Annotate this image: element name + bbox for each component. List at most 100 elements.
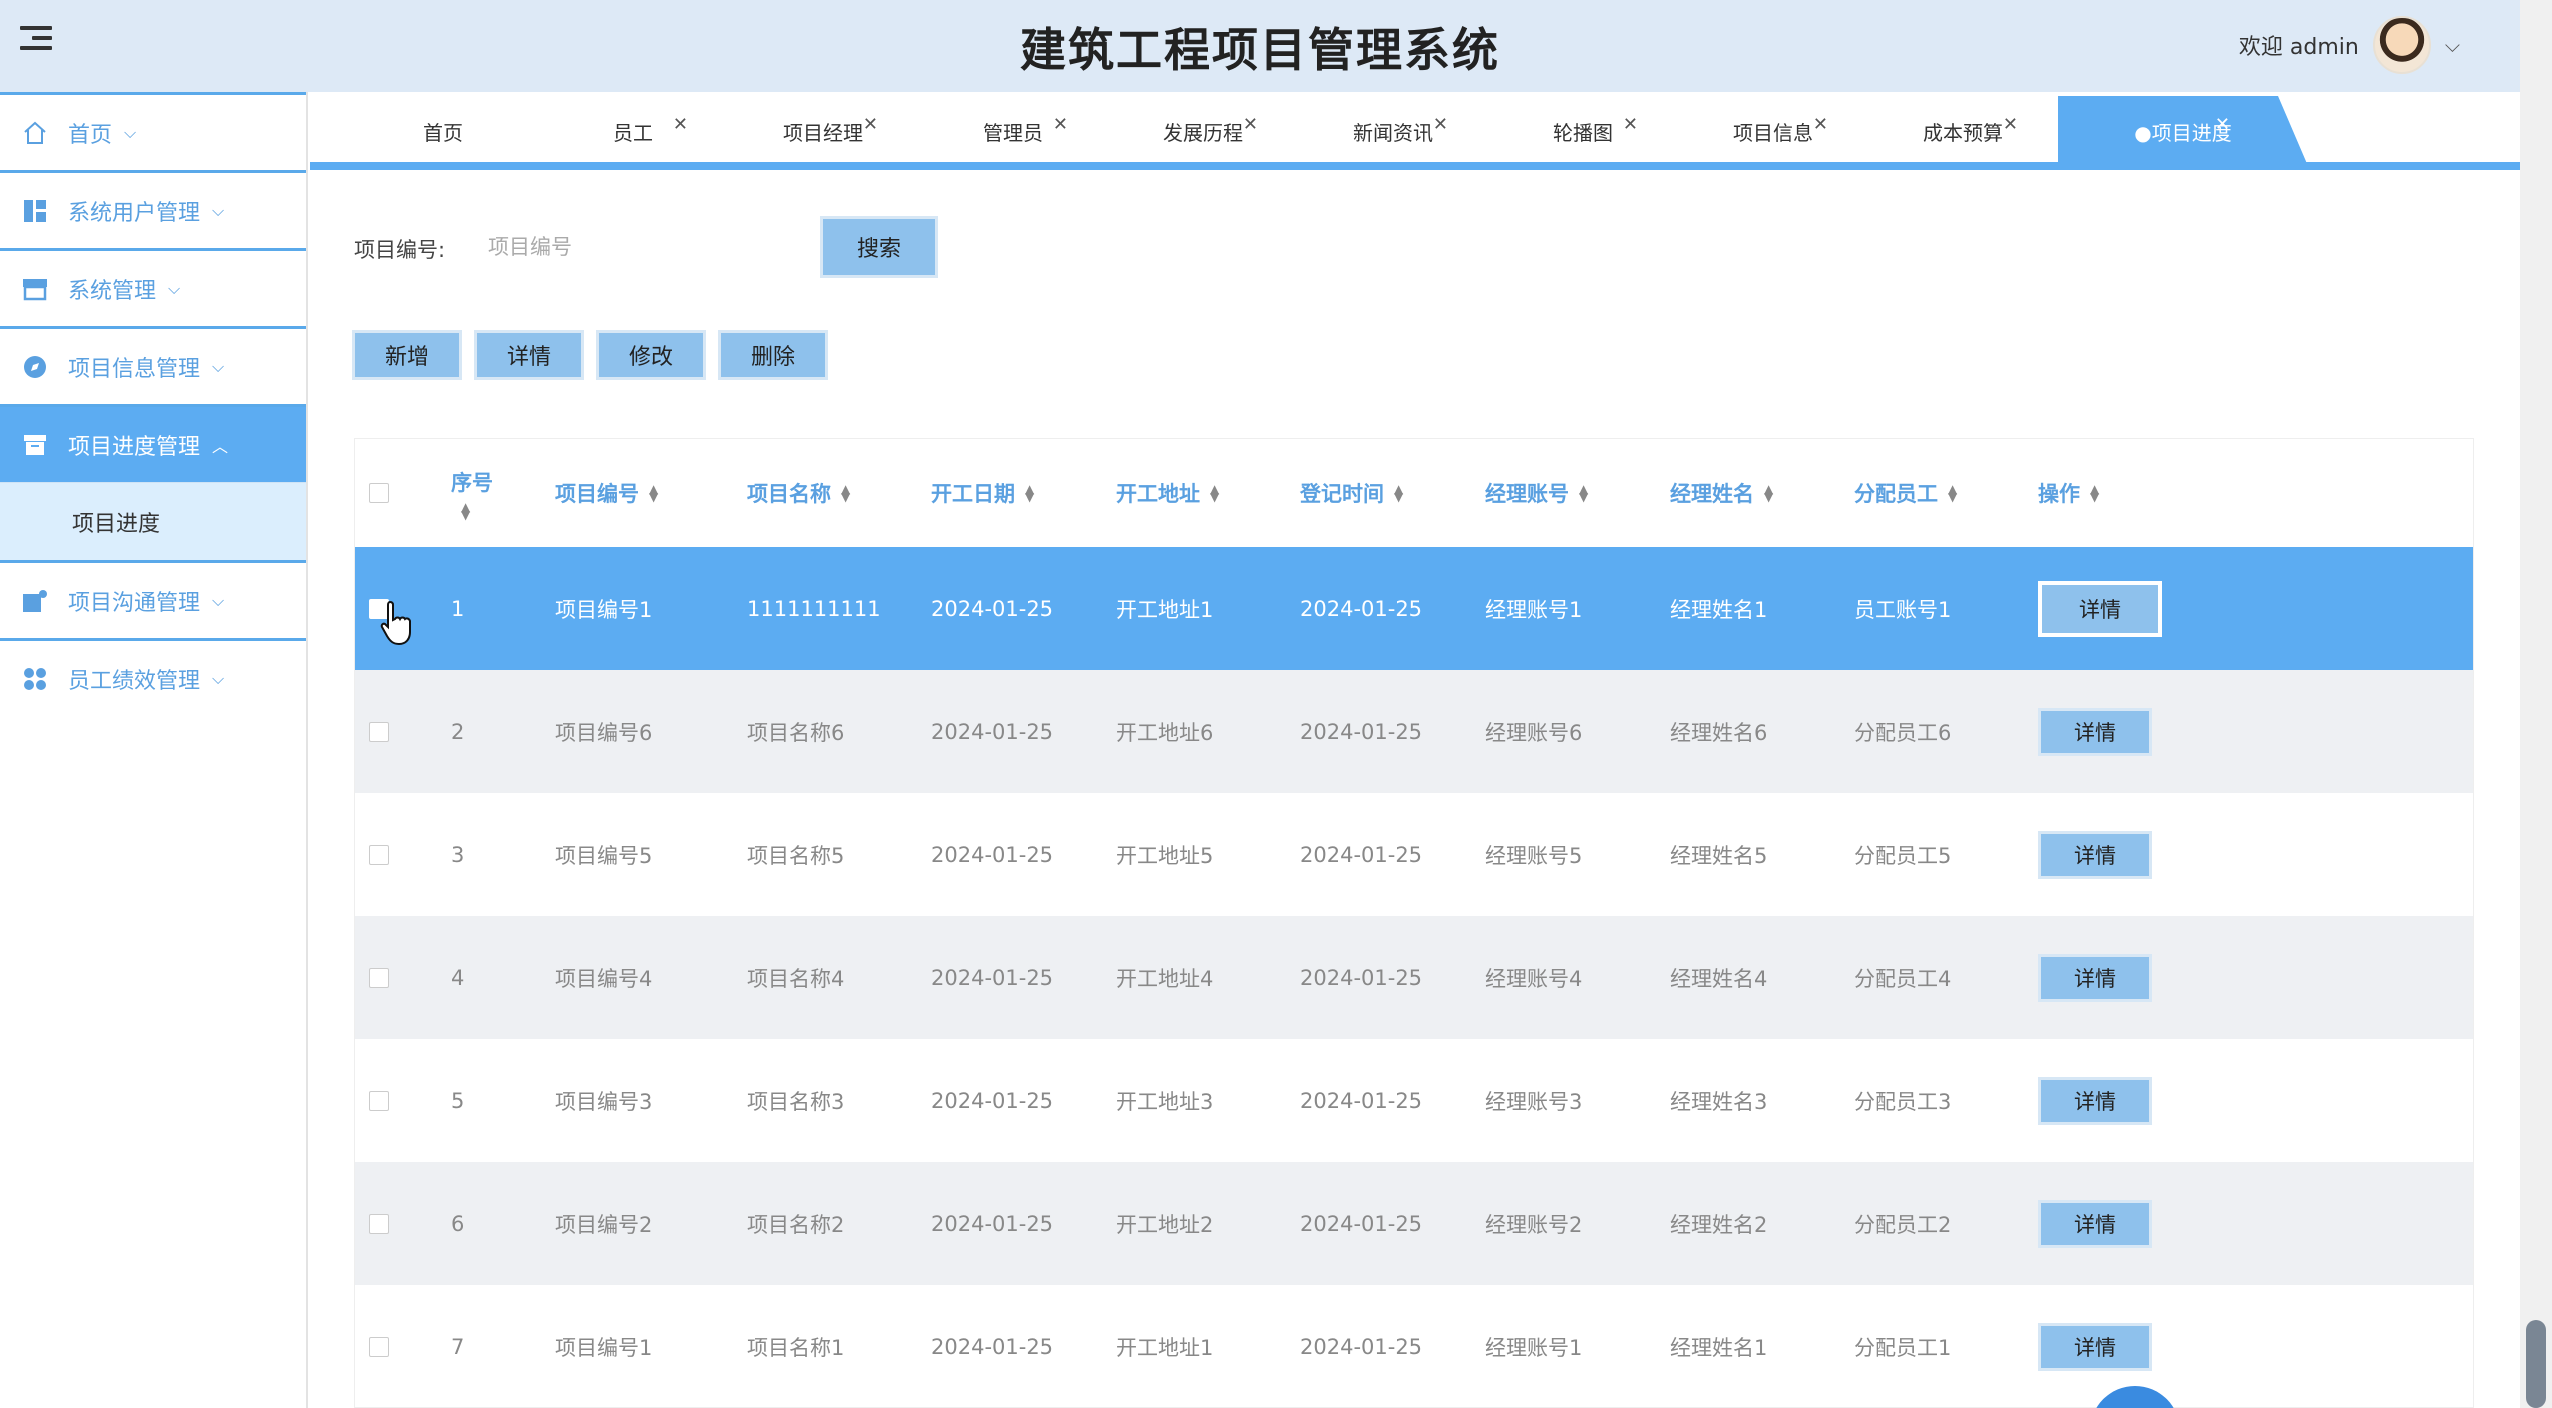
tab-project-info[interactable]: 项目信息 ✕ (1678, 96, 1868, 166)
chevron-down-icon[interactable]: ⌵ (2445, 33, 2460, 57)
table-row[interactable]: 5 项目编号3 项目名称3 2024-01-25 开工地址3 2024-01-2… (355, 1039, 2473, 1162)
app-title: 建筑工程项目管理系统 (1020, 23, 1500, 77)
detail-button[interactable]: 详情 (474, 330, 585, 380)
column-header-address[interactable]: 开工地址 ▲ ▼ (1116, 478, 1300, 508)
column-header-label: 项目编号 (555, 482, 639, 506)
sidebar-item-system-users[interactable]: 系统用户管理 ⌵ (0, 170, 306, 248)
dashboard-icon (22, 198, 48, 224)
tab-project-manager[interactable]: 项目经理 ✕ (728, 96, 918, 166)
sort-icon[interactable]: ▲ ▼ (1948, 483, 1957, 503)
sidebar-item-project-communication[interactable]: 项目沟通管理 ⌵ (0, 560, 306, 638)
cell-register-time: 2024-01-25 (1300, 596, 1423, 621)
column-header-project-name[interactable]: 项目名称 ▲ ▼ (747, 478, 931, 508)
sort-icon[interactable]: ▲ ▼ (461, 501, 470, 521)
sidebar-item-home[interactable]: 首页 ⌵ (0, 92, 306, 170)
sort-icon[interactable]: ▲ ▼ (1764, 483, 1773, 503)
table-row[interactable]: 7 项目编号1 项目名称1 2024-01-25 开工地址1 2024-01-2… (355, 1285, 2473, 1407)
close-icon[interactable]: ✕ (1813, 114, 1828, 135)
column-header-project-no[interactable]: 项目编号 ▲ ▼ (555, 478, 747, 508)
header-checkbox-cell (355, 483, 451, 503)
sort-icon[interactable]: ▲ ▼ (2090, 483, 2099, 503)
close-icon[interactable]: ✕ (2215, 114, 2230, 135)
row-detail-button[interactable]: 详情 (2038, 953, 2152, 1002)
sort-icon[interactable]: ▲ ▼ (1025, 483, 1034, 503)
cell-seq: 4 (451, 965, 465, 990)
close-icon[interactable]: ✕ (1243, 114, 1258, 135)
tab-carousel[interactable]: 轮播图 ✕ (1488, 96, 1678, 166)
row-checkbox[interactable] (369, 967, 389, 988)
user-menu[interactable]: 欢迎 admin ⌵ (2239, 10, 2460, 80)
tab-project-progress[interactable]: ●项目进度 ✕ (2058, 96, 2308, 166)
tab-cost-budget[interactable]: 成本预算 ✕ (1868, 96, 2058, 166)
sidebar-item-employee-performance[interactable]: 员工绩效管理 ⌵ (0, 638, 306, 716)
row-checkbox[interactable] (369, 721, 389, 742)
search-button[interactable]: 搜索 (820, 216, 938, 278)
cell-register-time: 2024-01-25 (1300, 1088, 1423, 1113)
cell-project-no: 项目编号5 (555, 843, 653, 868)
table-row[interactable]: 1 项目编号1 1111111111 2024-01-25 开工地址1 2024… (355, 547, 2473, 670)
table-row[interactable]: 6 项目编号2 项目名称2 2024-01-25 开工地址2 2024-01-2… (355, 1162, 2473, 1285)
avatar[interactable] (2372, 16, 2431, 74)
top-header: 建筑工程项目管理系统 欢迎 admin ⌵ (0, 0, 2520, 92)
column-header-seq[interactable]: 序号 ▲ ▼ (451, 467, 555, 521)
close-icon[interactable]: ✕ (1433, 114, 1448, 135)
edit-button[interactable]: 修改 (596, 330, 707, 380)
tab-home[interactable]: 首页 (348, 96, 538, 166)
row-detail-button[interactable]: 详情 (2038, 1076, 2152, 1125)
row-detail-button[interactable]: 详情 (2038, 830, 2152, 879)
column-header-operation[interactable]: 操作 ▲ ▼ (2038, 478, 2238, 508)
column-header-manager-name[interactable]: 经理姓名 ▲ ▼ (1670, 478, 1854, 508)
cell-address: 开工地址1 (1116, 597, 1214, 622)
tab-employee[interactable]: 员工 ✕ (538, 96, 728, 166)
select-all-checkbox[interactable] (369, 483, 389, 503)
row-checkbox[interactable] (369, 1336, 389, 1357)
table-row[interactable]: 2 项目编号6 项目名称6 2024-01-25 开工地址6 2024-01-2… (355, 670, 2473, 793)
close-icon[interactable]: ✕ (1623, 114, 1638, 135)
sidebar-item-system[interactable]: 系统管理 ⌵ (0, 248, 306, 326)
row-checkbox[interactable] (369, 844, 389, 865)
tab-admin[interactable]: 管理员 ✕ (918, 96, 1108, 166)
cell-seq: 7 (451, 1334, 465, 1359)
sort-icon[interactable]: ▲ ▼ (841, 483, 850, 503)
grid-icon (22, 666, 48, 692)
compass-icon (22, 354, 48, 380)
sidebar-item-project-info[interactable]: 项目信息管理 ⌵ (0, 326, 306, 404)
sort-icon[interactable]: ▲ ▼ (649, 483, 658, 503)
column-header-employee[interactable]: 分配员工 ▲ ▼ (1854, 478, 2038, 508)
column-header-start-date[interactable]: 开工日期 ▲ ▼ (931, 478, 1116, 508)
search-input[interactable] (478, 224, 798, 270)
column-header-register-time[interactable]: 登记时间 ▲ ▼ (1300, 478, 1485, 508)
table-row[interactable]: 4 项目编号4 项目名称4 2024-01-25 开工地址4 2024-01-2… (355, 916, 2473, 1039)
row-detail-button[interactable]: 详情 (2038, 580, 2162, 637)
column-header-manager-account[interactable]: 经理账号 ▲ ▼ (1485, 478, 1670, 508)
sort-icon[interactable]: ▲ ▼ (1394, 483, 1403, 503)
column-header-label: 开工地址 (1116, 482, 1200, 506)
sidebar-subitem-project-progress[interactable]: 项目进度 (0, 482, 306, 560)
add-button[interactable]: 新增 (352, 330, 463, 380)
row-detail-button[interactable]: 详情 (2038, 1322, 2152, 1371)
sidebar-item-project-progress[interactable]: 项目进度管理 ︿ (0, 404, 306, 482)
row-checkbox[interactable] (369, 1213, 389, 1234)
close-icon[interactable]: ✕ (863, 114, 878, 135)
row-detail-button[interactable]: 详情 (2038, 707, 2152, 756)
close-icon[interactable]: ✕ (1053, 114, 1068, 135)
row-detail-button[interactable]: 详情 (2038, 1199, 2152, 1248)
tab-news[interactable]: 新闻资讯 ✕ (1298, 96, 1488, 166)
cell-manager-name: 经理姓名3 (1670, 1089, 1768, 1114)
tab-history[interactable]: 发展历程 ✕ (1108, 96, 1298, 166)
cell-start-date: 2024-01-25 (931, 965, 1054, 990)
row-checkbox[interactable] (369, 1090, 389, 1111)
column-header-label: 分配员工 (1854, 482, 1938, 506)
close-icon[interactable]: ✕ (2003, 114, 2018, 135)
sort-icon[interactable]: ▲ ▼ (1210, 483, 1219, 503)
table-row[interactable]: 3 项目编号5 项目名称5 2024-01-25 开工地址5 2024-01-2… (355, 793, 2473, 916)
cell-project-name: 1111111111 (747, 596, 881, 621)
page-scrollbar[interactable] (2520, 0, 2552, 1408)
cell-address: 开工地址4 (1116, 966, 1214, 991)
cell-address: 开工地址3 (1116, 1089, 1214, 1114)
close-icon[interactable]: ✕ (673, 114, 688, 135)
cell-register-time: 2024-01-25 (1300, 719, 1423, 744)
sort-icon[interactable]: ▲ ▼ (1579, 483, 1588, 503)
scrollbar-thumb[interactable] (2526, 1320, 2546, 1408)
delete-button[interactable]: 删除 (718, 330, 829, 380)
